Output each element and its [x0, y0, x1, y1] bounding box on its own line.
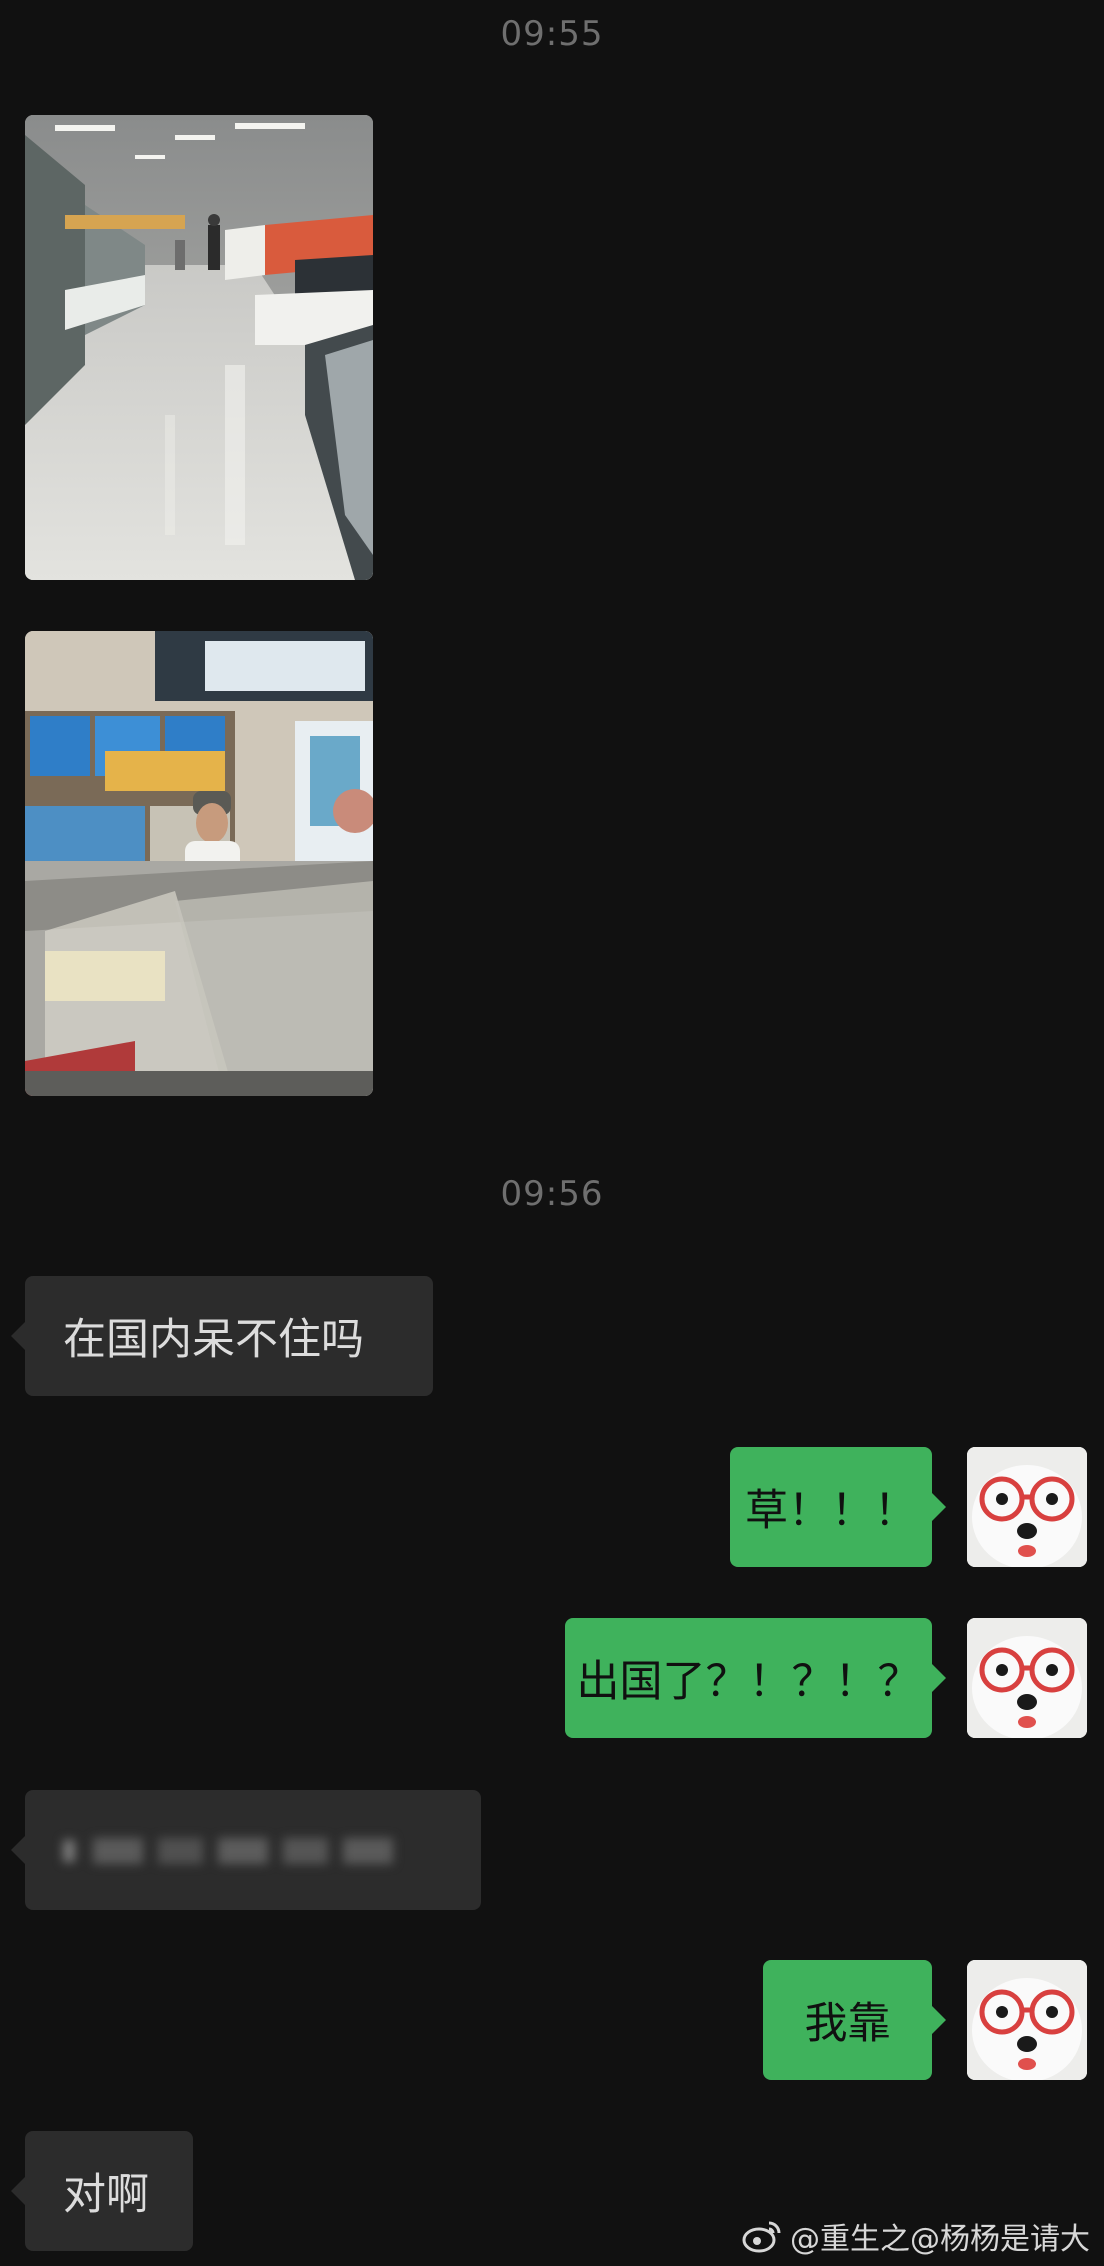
timestamp: 09:56 — [500, 1174, 604, 1214]
avatar[interactable] — [967, 1960, 1087, 2080]
timestamp: 09:55 — [500, 14, 604, 54]
message-text: 在国内呆不住吗 — [63, 1315, 364, 1365]
outgoing-message-bubble[interactable]: 草！！！ — [730, 1447, 946, 1567]
message-text: 草！！！ — [745, 1486, 917, 1536]
supermarket-aisle-image — [25, 115, 373, 580]
photo-message[interactable] — [25, 115, 373, 580]
outgoing-message-bubble[interactable]: 我靠 — [763, 1960, 946, 2080]
white-dog-red-glasses-avatar-icon — [967, 1960, 1087, 2080]
outgoing-message-bubble[interactable]: 出国了？！？！？ — [565, 1618, 946, 1738]
supermarket-counter-image — [25, 631, 373, 1096]
incoming-message-bubble[interactable]: 在国内呆不住吗 — [11, 1276, 433, 1396]
white-dog-red-glasses-avatar-icon — [967, 1447, 1087, 1567]
avatar[interactable] — [967, 1447, 1087, 1567]
white-dog-red-glasses-avatar-icon — [967, 1618, 1087, 1738]
watermark: @重生之@杨杨是请大 — [742, 2214, 1090, 2258]
message-text: 对啊 — [63, 2170, 149, 2220]
photo-message[interactable] — [25, 631, 373, 1096]
incoming-message-bubble-blurred[interactable] — [11, 1790, 481, 1910]
watermark-text: @重生之@杨杨是请大 — [790, 2222, 1090, 2257]
message-text: 出国了？！？！？ — [576, 1657, 921, 1707]
incoming-message-bubble[interactable]: 对啊 — [11, 2131, 193, 2251]
avatar[interactable] — [967, 1618, 1087, 1738]
redacted-text-blur — [63, 1838, 393, 1864]
message-text: 我靠 — [804, 1999, 891, 2049]
weibo-logo-icon — [742, 2221, 781, 2253]
